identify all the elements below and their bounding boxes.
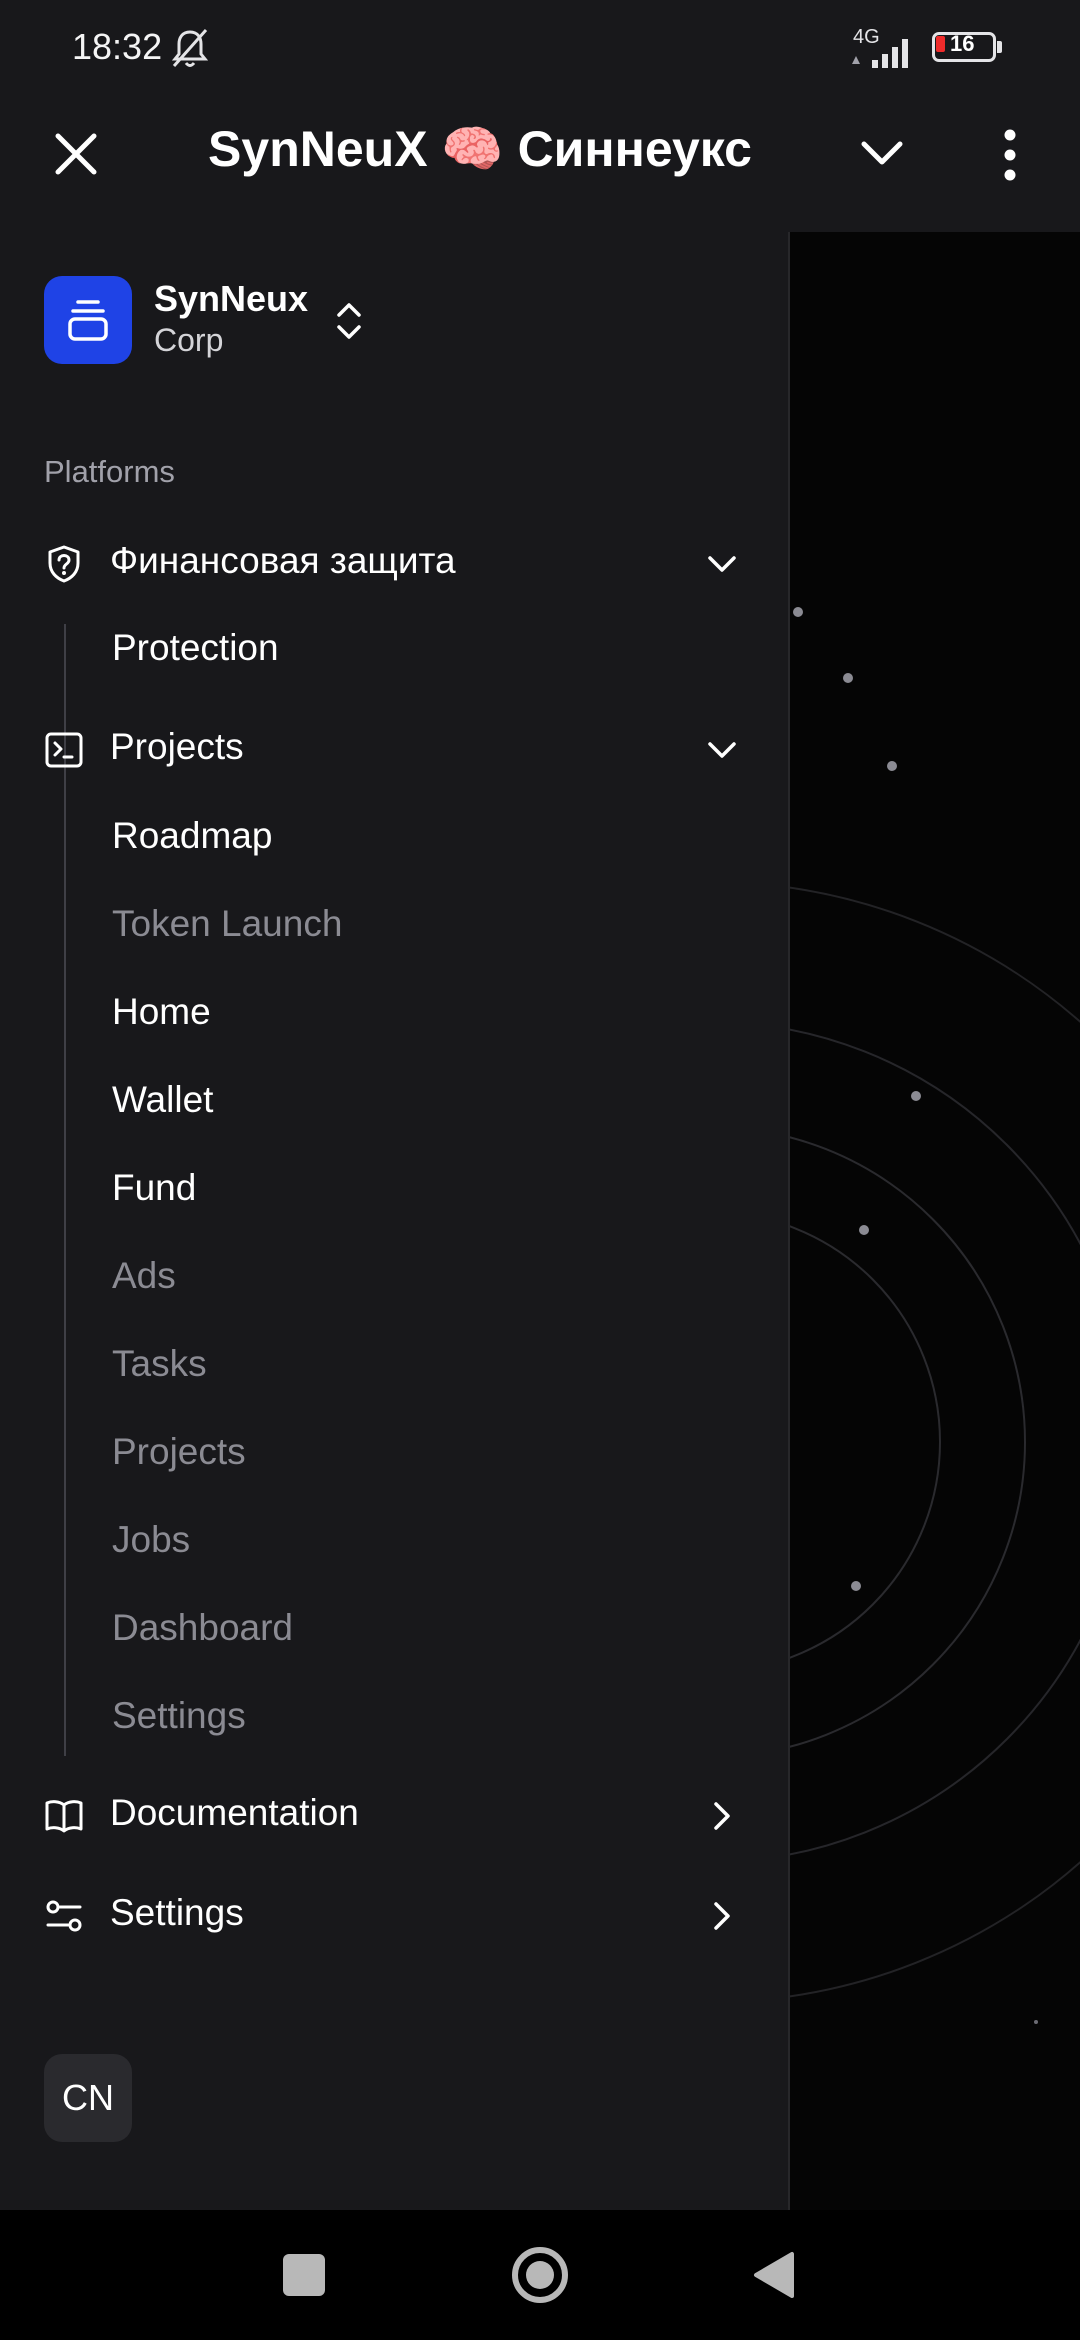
sidebar-item-protection[interactable]: Protection	[112, 620, 279, 676]
chevron-down-icon	[708, 556, 736, 572]
terminal-icon	[45, 732, 83, 768]
background-canvas	[790, 232, 1080, 2210]
more-vertical-icon[interactable]	[1000, 128, 1020, 182]
section-label-platforms: Platforms	[44, 454, 175, 489]
avatar[interactable]: CN	[44, 2054, 132, 2142]
sidebar-item-ads[interactable]: Ads	[112, 1248, 176, 1304]
navigation-drawer: SynNeux Corp Platforms Финансовая защита…	[0, 232, 790, 2210]
sidebar-group-settings[interactable]: Settings	[44, 1886, 744, 1946]
sidebar-group-label: Финансовая защита	[110, 540, 456, 581]
sidebar-item-fund[interactable]: Fund	[112, 1160, 196, 1216]
sidebar-group-projects[interactable]: Projects	[44, 720, 744, 780]
sidebar-group-financial-protection[interactable]: Финансовая защита	[44, 534, 744, 594]
battery-level-fill	[936, 36, 945, 52]
signal-icon	[852, 39, 908, 68]
sidebar-item-projects[interactable]: Projects	[112, 1424, 246, 1480]
org-switcher[interactable]: SynNeux Corp	[44, 276, 384, 364]
recents-button[interactable]	[283, 2254, 325, 2296]
sidebar-group-label: Documentation	[110, 1792, 359, 1833]
home-button[interactable]	[512, 2247, 568, 2303]
org-name: SynNeux	[154, 278, 309, 319]
sidebar-item-tasks[interactable]: Tasks	[112, 1336, 207, 1392]
org-subtitle: Corp	[154, 322, 224, 358]
status-time: 18:32	[72, 26, 163, 67]
sidebar-group-documentation[interactable]: Documentation	[44, 1786, 744, 1846]
sidebar-item-roadmap[interactable]: Roadmap	[112, 808, 272, 864]
back-button[interactable]	[752, 2250, 796, 2300]
battery-indicator: 16	[932, 32, 1002, 62]
chevron-down-icon[interactable]	[858, 136, 906, 172]
sidebar-item-jobs[interactable]: Jobs	[112, 1512, 190, 1568]
screen: 18:32 4G 16 SynNeuX 🧠 Синнеукс SynNeux C…	[0, 0, 1080, 2340]
shield-question-icon	[48, 545, 80, 583]
sidebar-item-token-launch[interactable]: Token Launch	[112, 896, 342, 952]
sidebar-group-label: Settings	[110, 1892, 244, 1933]
chevron-right-icon	[714, 1902, 730, 1930]
system-navigation-bar	[0, 2210, 1080, 2340]
page-title: SynNeuX 🧠 Синнеукс	[208, 121, 752, 177]
chevron-down-icon	[708, 742, 736, 758]
sidebar-group-label: Projects	[110, 726, 244, 767]
status-bar: 18:32 4G 16	[0, 0, 1080, 100]
bell-muted-icon	[171, 29, 209, 67]
sidebar-item-dashboard[interactable]: Dashboard	[112, 1600, 293, 1656]
sidebar-item-settings-sub[interactable]: Settings	[112, 1688, 246, 1744]
sliders-icon	[46, 1900, 82, 1932]
orbit-decoration	[790, 607, 1080, 2024]
book-open-icon	[45, 1800, 83, 1833]
chevrons-up-down-icon	[337, 303, 361, 339]
layers-icon	[68, 300, 108, 341]
battery-percent: 16	[950, 31, 975, 56]
app-header: SynNeuX 🧠 Синнеукс	[0, 100, 1080, 232]
subtree-line	[64, 796, 66, 1756]
org-logo	[44, 276, 132, 364]
sidebar-item-wallet[interactable]: Wallet	[112, 1072, 213, 1128]
chevron-right-icon	[714, 1802, 730, 1830]
sidebar-item-home[interactable]: Home	[112, 984, 211, 1040]
